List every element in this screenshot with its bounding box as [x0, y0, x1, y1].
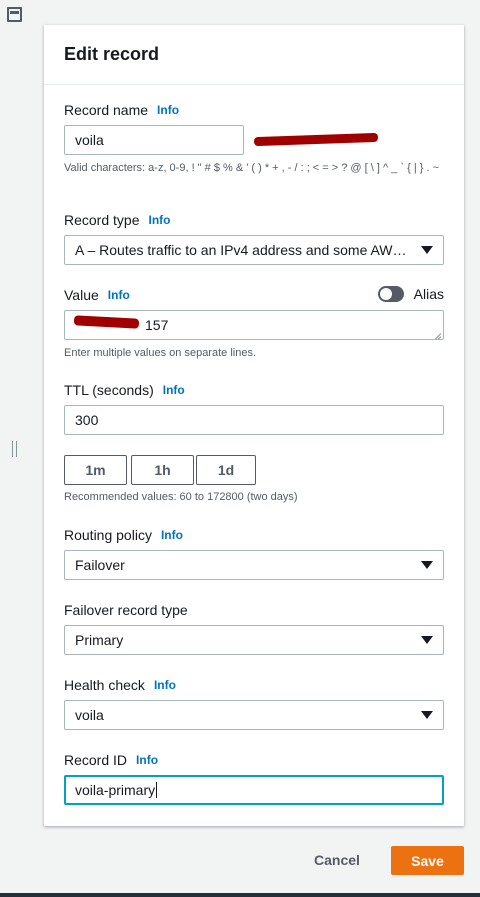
- record-name-label: Record name: [64, 102, 149, 118]
- ttl-1m-button[interactable]: 1m: [64, 455, 127, 485]
- bottom-bar: [0, 893, 480, 897]
- edit-record-panel: Edit record Record name Info voila Valid…: [44, 25, 464, 826]
- routing-policy-label: Routing policy: [64, 527, 152, 543]
- save-button[interactable]: Save: [391, 846, 464, 875]
- failover-type-selected: Primary: [75, 632, 124, 648]
- panel-header: Edit record: [44, 25, 464, 85]
- ttl-presets: 1m 1h 1d Recommended values: 60 to 17280…: [64, 455, 444, 507]
- record-type-select[interactable]: A – Routes traffic to an IPv4 address an…: [64, 235, 444, 265]
- ttl-value: 300: [75, 412, 99, 428]
- chevron-down-icon: [421, 246, 433, 254]
- record-id-field: Record ID Info voila-primary: [64, 751, 444, 807]
- value-info-link[interactable]: Info: [108, 288, 130, 302]
- value-field: Value Info Alias 157 Enter multiple valu…: [64, 286, 444, 366]
- ttl-1d-button[interactable]: 1d: [196, 455, 256, 485]
- panel-title: Edit record: [64, 44, 160, 64]
- routing-policy-info-link[interactable]: Info: [161, 528, 183, 542]
- alias-toggle[interactable]: [378, 286, 404, 302]
- health-check-select[interactable]: voila: [64, 700, 444, 730]
- routing-policy-selected: Failover: [75, 557, 125, 573]
- health-check-info-link[interactable]: Info: [154, 678, 176, 692]
- alias-label: Alias: [413, 286, 444, 302]
- record-name-hint: Valid characters: a-z, 0-9, ! " # $ % & …: [64, 162, 439, 174]
- ttl-hint: Recommended values: 60 to 172800 (two da…: [64, 491, 298, 503]
- record-type-label: Record type: [64, 212, 140, 228]
- record-type-info-link[interactable]: Info: [148, 213, 170, 227]
- failover-type-select[interactable]: Primary: [64, 625, 444, 655]
- ttl-info-link[interactable]: Info: [163, 383, 185, 397]
- record-id-value: voila-primary: [75, 782, 156, 798]
- record-id-label: Record ID: [64, 752, 128, 768]
- chevron-down-icon: [421, 636, 433, 644]
- ttl-1h-button[interactable]: 1h: [131, 455, 194, 485]
- routing-policy-field: Routing policy Info Failover: [64, 526, 444, 582]
- record-type-selected: A – Routes traffic to an IPv4 address an…: [75, 242, 409, 258]
- ttl-field: TTL (seconds) Info 300: [64, 381, 444, 437]
- redacted-domain-suffix: [253, 132, 379, 147]
- health-check-field: Health check Info voila: [64, 676, 444, 732]
- record-name-field: Record name Info voila Valid characters:…: [64, 101, 444, 191]
- cancel-button[interactable]: Cancel: [314, 852, 360, 868]
- resize-handle[interactable]: [12, 441, 17, 457]
- failover-type-label: Failover record type: [64, 602, 188, 618]
- record-name-input[interactable]: voila: [64, 125, 244, 155]
- panel-toggle-icon[interactable]: [7, 7, 22, 22]
- record-name-value: voila: [75, 132, 104, 148]
- ttl-input[interactable]: 300: [64, 405, 444, 435]
- textarea-resize-grip[interactable]: [433, 329, 441, 337]
- value-visible-text: 157: [145, 317, 169, 333]
- value-label: Value: [64, 287, 99, 303]
- record-id-info-link[interactable]: Info: [136, 753, 158, 767]
- chevron-down-icon: [421, 711, 433, 719]
- text-cursor: [156, 782, 158, 798]
- record-name-info-link[interactable]: Info: [157, 103, 179, 117]
- value-hint: Enter multiple values on separate lines.: [64, 347, 256, 359]
- health-check-selected: voila: [75, 707, 104, 723]
- chevron-down-icon: [421, 561, 433, 569]
- routing-policy-select[interactable]: Failover: [64, 550, 444, 580]
- ttl-label: TTL (seconds): [64, 382, 154, 398]
- failover-type-field: Failover record type Primary: [64, 601, 444, 657]
- record-id-input[interactable]: voila-primary: [64, 775, 444, 805]
- health-check-label: Health check: [64, 677, 145, 693]
- record-type-field: Record type Info A – Routes traffic to a…: [64, 211, 444, 267]
